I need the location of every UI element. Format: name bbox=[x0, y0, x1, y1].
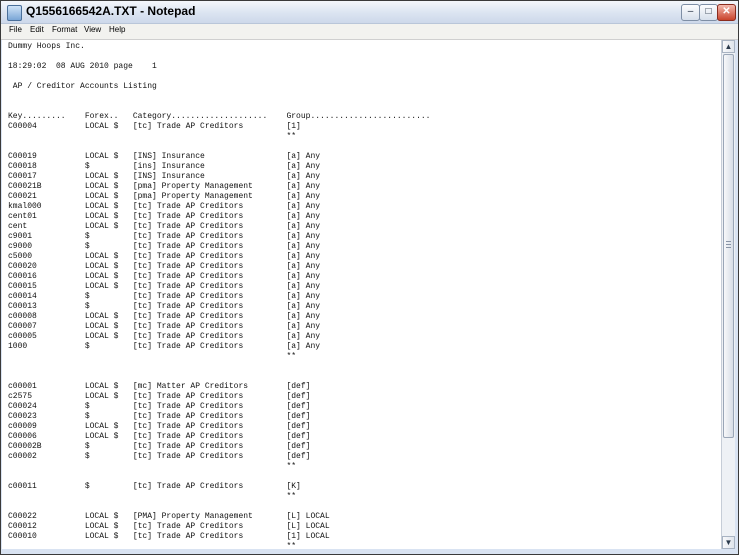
text-line: C00017 LOCAL $ [INS] Insurance [a] Any bbox=[8, 172, 321, 181]
close-button[interactable]: ✕ bbox=[717, 4, 736, 21]
text-line: C00018 $ [ins] Insurance [a] Any bbox=[8, 162, 321, 171]
text-line: ** bbox=[8, 492, 297, 501]
text-line: C00019 LOCAL $ [INS] Insurance [a] Any bbox=[8, 152, 321, 161]
text-line: c00001 LOCAL $ [mc] Matter AP Creditors … bbox=[8, 382, 311, 391]
text-line: C00015 LOCAL $ [tc] Trade AP Creditors [… bbox=[8, 282, 321, 291]
menu-format[interactable]: Format bbox=[52, 25, 77, 34]
text-line: Dummy Hoops Inc. bbox=[8, 42, 85, 51]
thumb-grip-line bbox=[726, 241, 731, 242]
text-line: C00007 LOCAL $ [tc] Trade AP Creditors [… bbox=[8, 322, 321, 331]
thumb-grip-line bbox=[726, 244, 731, 245]
minimize-button[interactable]: – bbox=[681, 4, 700, 21]
text-line: AP / Creditor Accounts Listing bbox=[8, 82, 157, 91]
menu-view[interactable]: View bbox=[84, 25, 101, 34]
text-line: ** bbox=[8, 352, 297, 361]
maximize-button[interactable]: □ bbox=[699, 4, 718, 21]
text-line: c00002 $ [tc] Trade AP Creditors [def] bbox=[8, 452, 311, 461]
menu-help[interactable]: Help bbox=[109, 25, 125, 34]
text-line: c2575 LOCAL $ [tc] Trade AP Creditors [d… bbox=[8, 392, 311, 401]
text-editor-area[interactable]: Dummy Hoops Inc. 18:29:02 08 AUG 2010 pag… bbox=[2, 40, 721, 549]
text-line: C00013 $ [tc] Trade AP Creditors [a] Any bbox=[8, 302, 321, 311]
text-line: ** bbox=[8, 462, 297, 471]
text-line: c00008 LOCAL $ [tc] Trade AP Creditors [… bbox=[8, 312, 321, 321]
text-line: C00002B $ [tc] Trade AP Creditors [def] bbox=[8, 442, 311, 451]
thumb-grip-line bbox=[726, 247, 731, 248]
title-bar[interactable]: Q1556166542A.TXT - Notepad – □ ✕ bbox=[1, 1, 738, 24]
text-line: ** bbox=[8, 132, 297, 141]
text-line: C00021 LOCAL $ [pma] Property Management… bbox=[8, 192, 321, 201]
scroll-up-button[interactable]: ▲ bbox=[722, 40, 735, 53]
text-line: c00005 LOCAL $ [tc] Trade AP Creditors [… bbox=[8, 332, 321, 341]
text-line: c00011 $ [tc] Trade AP Creditors [K] bbox=[8, 482, 301, 491]
text-line: c9000 $ [tc] Trade AP Creditors [a] Any bbox=[8, 242, 321, 251]
text-line: c00014 $ [tc] Trade AP Creditors [a] Any bbox=[8, 292, 321, 301]
text-line: C00021B LOCAL $ [pma] Property Managemen… bbox=[8, 182, 321, 191]
text-line: C00004 LOCAL $ [tc] Trade AP Creditors [… bbox=[8, 122, 301, 131]
text-line: c00009 LOCAL $ [tc] Trade AP Creditors [… bbox=[8, 422, 311, 431]
menu-file[interactable]: File bbox=[9, 25, 22, 34]
text-line: c5000 LOCAL $ [tc] Trade AP Creditors [a… bbox=[8, 252, 321, 261]
text-line: C00006 LOCAL $ [tc] Trade AP Creditors [… bbox=[8, 432, 311, 441]
text-line: 1000 $ [tc] Trade AP Creditors [a] Any bbox=[8, 342, 321, 351]
text-line: C00010 LOCAL $ [tc] Trade AP Creditors [… bbox=[8, 532, 330, 541]
scroll-thumb[interactable] bbox=[723, 54, 734, 438]
menu-bar: File Edit Format View Help bbox=[1, 24, 738, 40]
text-line: kmal000 LOCAL $ [tc] Trade AP Creditors … bbox=[8, 202, 321, 211]
menu-edit[interactable]: Edit bbox=[30, 25, 44, 34]
notepad-app-icon[interactable] bbox=[7, 5, 22, 21]
text-line: C00024 $ [tc] Trade AP Creditors [def] bbox=[8, 402, 311, 411]
text-line: Key......... Forex.. Category...........… bbox=[8, 112, 431, 121]
text-line: 18:29:02 08 AUG 2010 page 1 bbox=[8, 62, 157, 71]
text-line: C00022 LOCAL $ [PMA] Property Management… bbox=[8, 512, 330, 521]
text-line: cent01 LOCAL $ [tc] Trade AP Creditors [… bbox=[8, 212, 321, 221]
scroll-down-button[interactable]: ▼ bbox=[722, 536, 735, 549]
text-line: C00023 $ [tc] Trade AP Creditors [def] bbox=[8, 412, 311, 421]
text-line: ** bbox=[8, 542, 297, 549]
text-line: cent LOCAL $ [tc] Trade AP Creditors [a]… bbox=[8, 222, 321, 231]
notepad-window: Q1556166542A.TXT - Notepad – □ ✕ File Ed… bbox=[0, 0, 739, 555]
text-line: C00016 LOCAL $ [tc] Trade AP Creditors [… bbox=[8, 272, 321, 281]
text-line: c9001 $ [tc] Trade AP Creditors [a] Any bbox=[8, 232, 321, 241]
window-title: Q1556166542A.TXT - Notepad bbox=[26, 4, 196, 18]
text-line: C00020 LOCAL $ [tc] Trade AP Creditors [… bbox=[8, 262, 321, 271]
vertical-scrollbar[interactable]: ▲ ▼ bbox=[721, 40, 735, 549]
text-line: C00012 LOCAL $ [tc] Trade AP Creditors [… bbox=[8, 522, 330, 531]
